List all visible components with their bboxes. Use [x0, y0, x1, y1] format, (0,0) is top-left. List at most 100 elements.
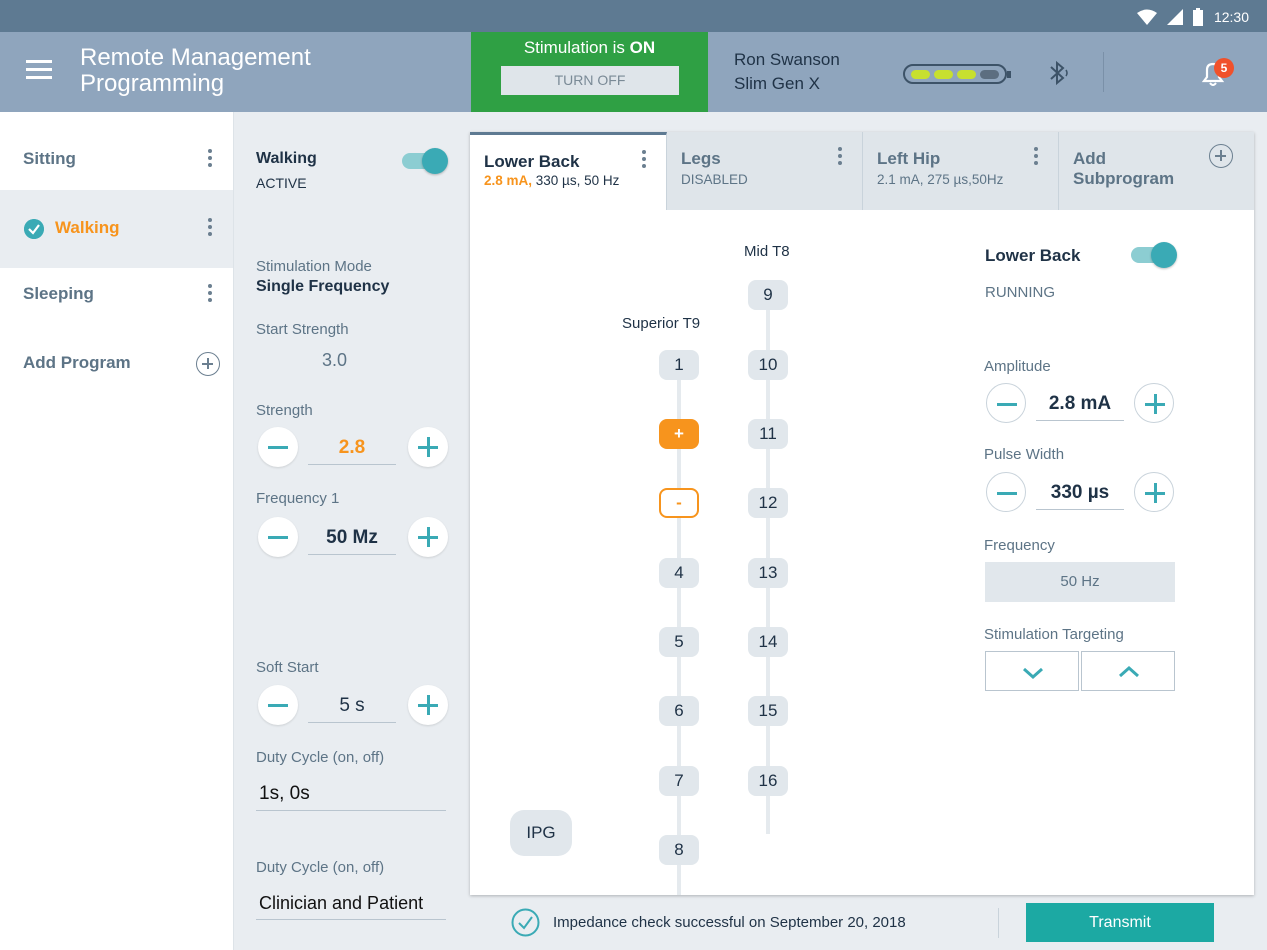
frequency-value[interactable]: 50 Mz: [308, 521, 396, 555]
stimulation-status: Stimulation is ON: [523, 38, 656, 57]
soft-start-value[interactable]: 5 s: [308, 689, 396, 723]
contact-16[interactable]: 16: [748, 766, 788, 796]
tab-legs[interactable]: Legs DISABLED: [667, 132, 863, 210]
program-settings-panel: Walking ACTIVE Stimulation Mode Single F…: [233, 112, 471, 950]
contact-13[interactable]: 13: [748, 558, 788, 588]
contact-8[interactable]: 8: [659, 835, 699, 865]
tab-detail: 2.1 mA, 275 µs,50Hz: [877, 172, 1004, 187]
soft-start-label: Soft Start: [256, 659, 319, 676]
tab-detail: 2.8 mA, 330 µs, 50 Hz: [484, 173, 620, 188]
program-item-sleeping[interactable]: Sleeping: [0, 256, 233, 334]
tab-lower-back[interactable]: Lower Back 2.8 mA, 330 µs, 50 Hz: [470, 132, 667, 210]
contact-4[interactable]: 4: [659, 558, 699, 588]
tab-label: Legs: [681, 149, 721, 168]
contact-15[interactable]: 15: [748, 696, 788, 726]
program-item-sitting[interactable]: Sitting: [0, 121, 233, 199]
tab-detail: DISABLED: [681, 172, 748, 187]
more-options-icon[interactable]: [206, 284, 214, 306]
notification-badge: 5: [1214, 58, 1234, 78]
contact-14[interactable]: 14: [748, 627, 788, 657]
add-circle-icon[interactable]: [196, 352, 220, 376]
app-bar-divider: [1103, 52, 1104, 92]
strength-decrease-button[interactable]: [258, 427, 298, 467]
duty-cycle-label: Duty Cycle (on, off): [256, 749, 385, 766]
check-circle-icon: [24, 219, 44, 239]
pulse-width-value[interactable]: 330 µs: [1036, 476, 1124, 510]
program-name: Walking: [256, 150, 317, 167]
duty-cycle-2-label: Duty Cycle (on, off): [256, 859, 385, 876]
target-down-button[interactable]: [985, 651, 1079, 691]
amplitude-increase-button[interactable]: [1134, 383, 1174, 423]
stimulation-targeting-label: Stimulation Targeting: [984, 626, 1124, 643]
subprogram-tabs: Lower Back 2.8 mA, 330 µs, 50 Hz Legs DI…: [470, 132, 1254, 210]
subprogram-name: Lower Back: [985, 246, 1081, 265]
ipg-device: IPG: [510, 810, 572, 856]
add-program-button[interactable]: Add Program: [0, 325, 233, 403]
duty-cycle-2-field[interactable]: Clinician and Patient: [256, 886, 446, 920]
soft-start-decrease-button[interactable]: [258, 685, 298, 725]
frequency-label: Frequency 1: [256, 490, 340, 507]
program-list: Sitting Walking Sleeping Add Program: [0, 112, 233, 950]
subprogram-toggle[interactable]: [1131, 242, 1177, 268]
program-label: Sitting: [23, 149, 76, 168]
amplitude-stepper: 2.8 mA: [986, 383, 1176, 427]
status-time: 12:30: [1213, 9, 1249, 25]
pulse-width-stepper: 330 µs: [986, 472, 1176, 516]
frequency-readonly-field: 50 Hz: [985, 562, 1175, 602]
chevron-up-icon: [1119, 665, 1139, 678]
target-up-button[interactable]: [1081, 651, 1175, 691]
wifi-icon: [1137, 9, 1157, 25]
turn-off-button[interactable]: TURN OFF: [501, 66, 679, 95]
frequency-label: Frequency: [984, 537, 1055, 554]
strength-value[interactable]: 2.8: [308, 431, 396, 465]
more-options-icon[interactable]: [206, 149, 214, 171]
tab-add-subprogram[interactable]: Add Subprogram: [1059, 132, 1254, 210]
pulse-width-decrease-button[interactable]: [986, 472, 1026, 512]
soft-start-stepper: 5 s: [258, 685, 448, 729]
strength-label: Strength: [256, 402, 313, 419]
more-options-icon[interactable]: [206, 218, 214, 240]
frequency-increase-button[interactable]: [408, 517, 448, 557]
status-bar: 12:30: [0, 0, 1267, 32]
contact-1[interactable]: 1: [659, 350, 699, 380]
contact-7[interactable]: 7: [659, 766, 699, 796]
contact-2-anode[interactable]: +: [659, 419, 699, 449]
frequency-stepper: 50 Mz: [258, 517, 448, 561]
check-circle-icon: [511, 908, 540, 937]
mid-t8-label: Mid T8: [744, 243, 790, 260]
pulse-width-increase-button[interactable]: [1134, 472, 1174, 512]
add-circle-icon[interactable]: [1209, 144, 1233, 168]
contact-6[interactable]: 6: [659, 696, 699, 726]
contact-3-cathode[interactable]: -: [659, 488, 699, 518]
add-program-label: Add Program: [23, 353, 131, 372]
contact-10[interactable]: 10: [748, 350, 788, 380]
superior-t9-label: Superior T9: [622, 315, 701, 332]
more-options-icon[interactable]: [836, 147, 844, 169]
contact-11[interactable]: 11: [748, 419, 788, 449]
menu-icon[interactable]: [26, 60, 52, 82]
amplitude-label: Amplitude: [984, 358, 1051, 375]
strength-stepper: 2.8: [258, 427, 448, 471]
amplitude-decrease-button[interactable]: [986, 383, 1026, 423]
stimulation-mode-value: Single Frequency: [256, 278, 390, 295]
soft-start-increase-button[interactable]: [408, 685, 448, 725]
bluetooth-icon[interactable]: [1046, 60, 1072, 86]
amplitude-value[interactable]: 2.8 mA: [1036, 387, 1124, 421]
transmit-button[interactable]: Transmit: [1026, 903, 1214, 942]
device-name: Slim Gen X: [734, 74, 820, 93]
contact-9[interactable]: 9: [748, 280, 788, 310]
more-options-icon[interactable]: [1032, 147, 1040, 169]
strength-increase-button[interactable]: [408, 427, 448, 467]
app-title: Remote Management Programming: [80, 44, 311, 97]
footer-divider: [998, 908, 999, 938]
more-options-icon[interactable]: [640, 150, 648, 172]
program-label: Walking: [55, 218, 120, 237]
program-label: Sleeping: [23, 284, 94, 303]
signal-icon: [1167, 9, 1183, 25]
contact-5[interactable]: 5: [659, 627, 699, 657]
frequency-decrease-button[interactable]: [258, 517, 298, 557]
duty-cycle-field[interactable]: 1s, 0s: [256, 777, 446, 811]
tab-left-hip[interactable]: Left Hip 2.1 mA, 275 µs,50Hz: [863, 132, 1059, 210]
contact-12[interactable]: 12: [748, 488, 788, 518]
program-toggle[interactable]: [402, 148, 448, 174]
